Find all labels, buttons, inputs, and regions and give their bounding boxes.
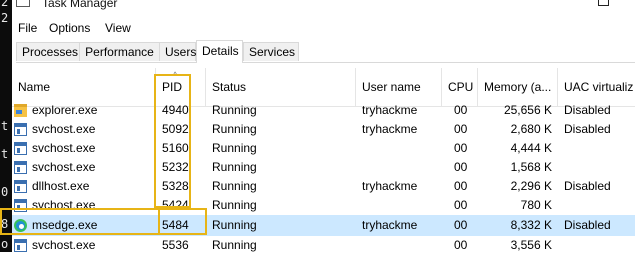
title-bar[interactable]: Task Manager (12, 0, 635, 14)
column-uac-label: UAC virtualiz (564, 80, 634, 94)
process-uac: Disabled (564, 218, 611, 232)
process-uac: Disabled (564, 179, 611, 193)
terminal-char: t (1, 119, 9, 133)
maximize-button[interactable] (598, 0, 609, 6)
process-status: Running (212, 198, 257, 212)
process-status: Running (212, 218, 257, 232)
process-row[interactable]: dllhost.exe 5328 Running tryhackme 00 2,… (12, 177, 635, 196)
menu-options[interactable]: Options (47, 18, 92, 38)
process-memory: 1,568 K (510, 160, 552, 174)
process-row[interactable]: svchost.exe 5424 Running 00 780 K (12, 196, 635, 215)
tab-performance[interactable]: Performance (79, 42, 160, 61)
process-cpu: 00 (454, 160, 468, 174)
tab-users[interactable]: Users (159, 42, 196, 61)
process-status: Running (212, 238, 257, 252)
process-pid: 5484 (162, 218, 189, 232)
process-name: svchost.exe (32, 160, 96, 174)
window-title: Task Manager (42, 0, 118, 10)
service-icon (14, 161, 27, 174)
process-memory: 780 K (520, 198, 552, 212)
process-cpu: 00 (454, 122, 468, 136)
process-user: tryhackme (362, 179, 418, 193)
terminal-char: o (1, 237, 9, 251)
column-cpu-label: CPU (448, 80, 474, 94)
process-name: svchost.exe (32, 141, 96, 155)
terminal-char: t (1, 147, 9, 161)
sort-ascending-icon: ^ (173, 70, 178, 80)
tab-processes[interactable]: Processes (16, 42, 80, 61)
process-status: Running (212, 103, 257, 117)
service-icon (14, 180, 27, 193)
process-cpu: 00 (454, 198, 468, 212)
process-user: tryhackme (362, 122, 418, 136)
process-uac: Disabled (564, 122, 611, 136)
process-pid: 5536 (162, 238, 189, 252)
column-name-label: Name (18, 80, 51, 94)
edge-icon (14, 219, 27, 232)
terminal-char: 2 (1, 0, 9, 9)
process-pid: 5232 (162, 160, 189, 174)
process-pid: 5424 (162, 198, 189, 212)
process-cpu: 00 (454, 179, 468, 193)
tab-services[interactable]: Services (243, 42, 299, 61)
process-status: Running (212, 160, 257, 174)
process-name: msedge.exe (32, 218, 98, 232)
process-user: tryhackme (362, 103, 418, 117)
process-user: tryhackme (362, 218, 418, 232)
process-name: svchost.exe (32, 238, 96, 252)
process-row[interactable]: svchost.exe 5536 Running 00 3,556 K (12, 236, 635, 255)
process-memory: 2,680 K (510, 122, 552, 136)
process-memory: 8,332 K (510, 218, 552, 232)
column-memory-label: Memory (a... (484, 80, 552, 94)
column-pid-label: PID (162, 80, 183, 94)
process-pid: 5328 (162, 179, 189, 193)
service-icon (14, 123, 27, 136)
column-status-label: Status (212, 80, 247, 94)
folder-icon (14, 104, 27, 117)
process-status: Running (212, 141, 257, 155)
process-memory: 25,656 K (503, 103, 552, 117)
process-memory: 4,444 K (510, 141, 552, 155)
terminal-char: 8 (1, 217, 9, 231)
process-status: Running (212, 122, 257, 136)
terminal-char: 2 (1, 11, 9, 25)
process-memory: 3,556 K (510, 238, 552, 252)
process-name: svchost.exe (32, 122, 96, 136)
process-cpu: 00 (454, 238, 468, 252)
process-cpu: 00 (454, 218, 468, 232)
menu-file[interactable]: File (16, 18, 39, 38)
process-name: svchost.exe (32, 198, 96, 212)
process-cpu: 00 (454, 103, 468, 117)
column-user-label: User name (362, 80, 421, 94)
service-icon (14, 199, 27, 212)
process-pid: 5092 (162, 122, 189, 136)
process-row[interactable]: svchost.exe 5160 Running 00 4,444 K (12, 139, 635, 158)
process-status: Running (212, 179, 257, 193)
process-name: dllhost.exe (32, 179, 90, 193)
process-row-selected[interactable]: msedge.exe 5484 Running tryhackme 00 8,3… (12, 215, 635, 236)
service-icon (14, 142, 27, 155)
menu-view[interactable]: View (103, 18, 133, 38)
process-memory: 2,296 K (510, 179, 552, 193)
tab-strip: Processes Performance Users Details Serv… (16, 40, 635, 63)
process-row[interactable]: explorer.exe 4940 Running tryhackme 00 2… (12, 101, 635, 120)
service-icon (14, 239, 27, 252)
process-row[interactable]: svchost.exe 5232 Running 00 1,568 K (12, 158, 635, 177)
task-manager-window: Task Manager File Options View Processes… (0, 0, 635, 255)
terminal-char: 0 (1, 185, 9, 199)
process-pid: 5160 (162, 141, 189, 155)
background-terminal: 2 2 t t 0 8 o (0, 0, 12, 252)
task-manager-icon (16, 0, 30, 7)
process-cpu: 00 (454, 141, 468, 155)
process-uac: Disabled (564, 103, 611, 117)
process-row[interactable]: svchost.exe 5092 Running tryhackme 00 2,… (12, 120, 635, 139)
process-name: explorer.exe (32, 103, 98, 117)
process-pid: 4940 (162, 103, 189, 117)
tab-details[interactable]: Details (196, 40, 243, 63)
